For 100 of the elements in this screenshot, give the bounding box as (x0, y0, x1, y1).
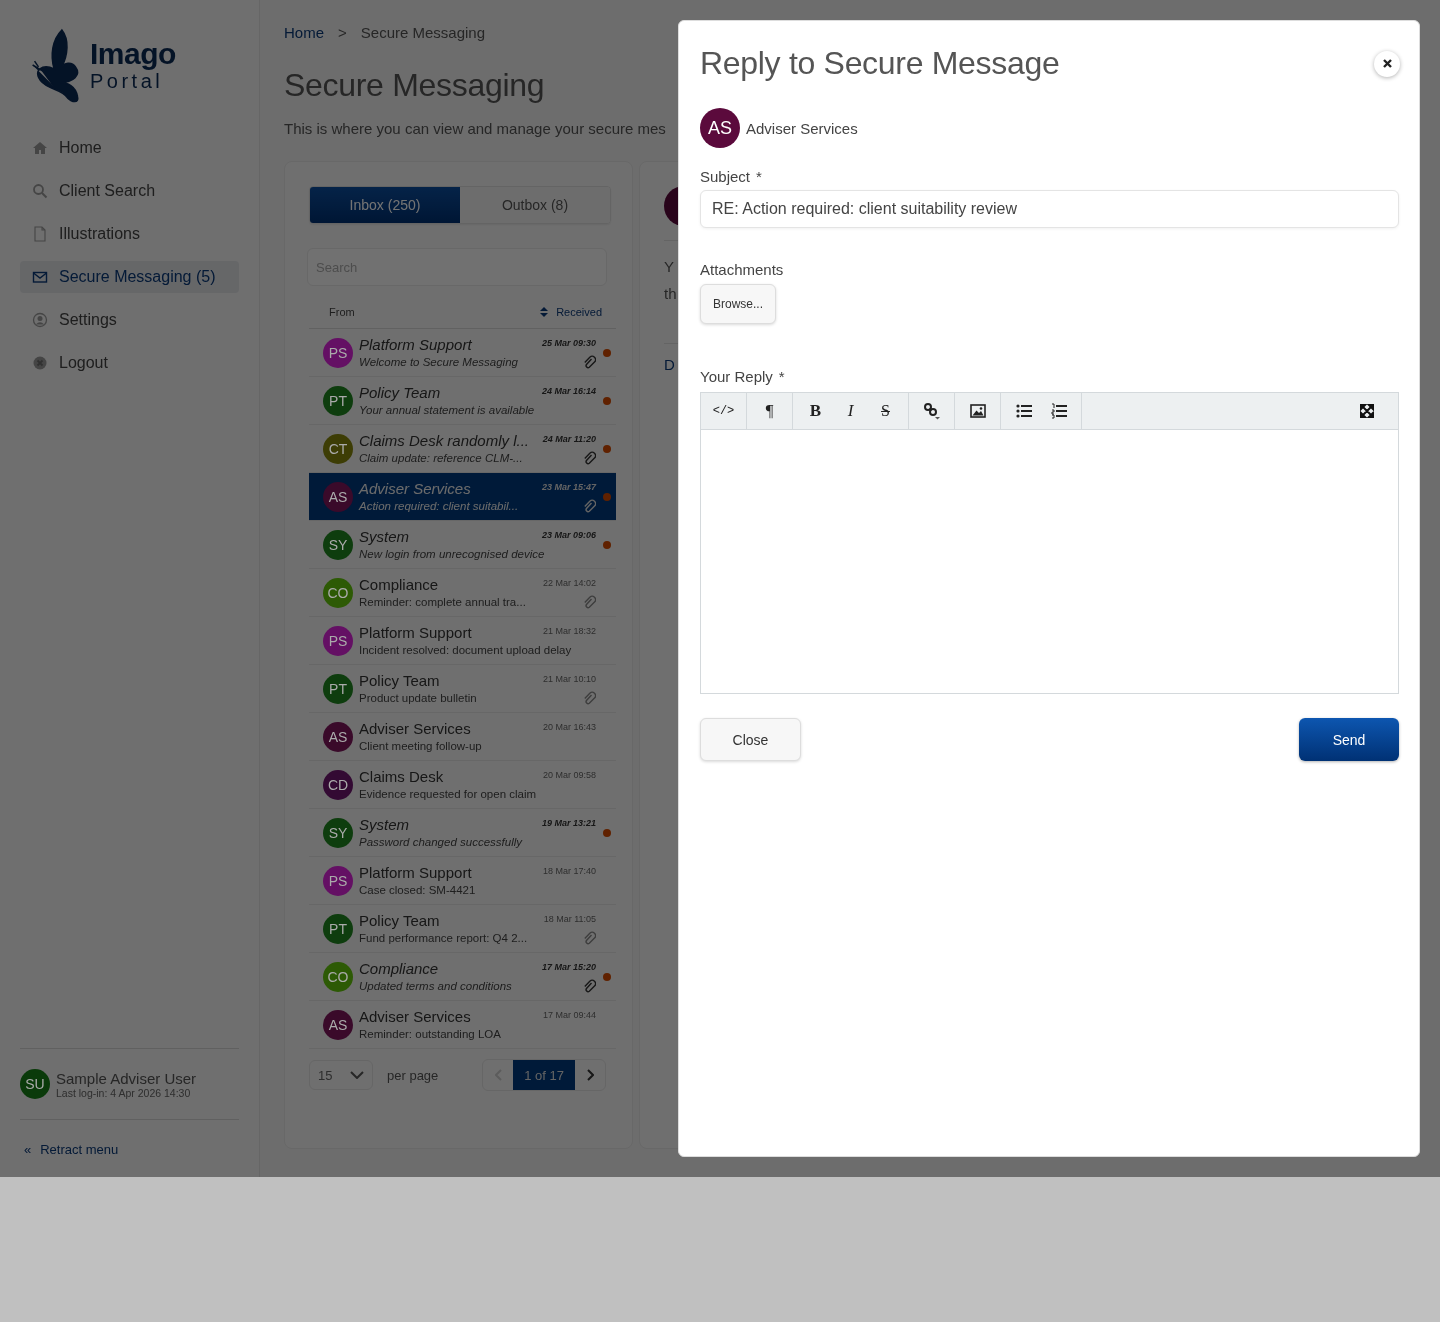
bulleted-list-icon (1015, 403, 1032, 419)
sender-name: Policy Team (359, 911, 440, 930)
message-subject: Updated terms and conditions (359, 978, 512, 994)
subject-field[interactable]: RE: Action required: client suitability review (700, 190, 1399, 228)
sender-avatar: AS (323, 1009, 353, 1040)
breadcrumb-link[interactable]: Home (284, 24, 324, 41)
document-icon (32, 226, 48, 242)
sender-avatar: CO (323, 577, 353, 608)
breadcrumb-current: Secure Messaging (360, 24, 485, 41)
message-subject: Welcome to Secure Messaging (359, 354, 518, 370)
mailbox-tab[interactable]: Inbox (250) (310, 187, 460, 223)
message-subject: Your annual statement is available (359, 402, 535, 418)
sender-avatar: PT (323, 385, 353, 416)
sort-column-header[interactable]: Received (556, 306, 602, 318)
double-chevron-icon: « (24, 1142, 32, 1157)
sender-name: Claims Desk randomly l... (359, 431, 530, 450)
message-row[interactable]: CD Claims Desk 20 Mar 09:58 Evidence requested for open claim (309, 761, 616, 809)
received-date: 19 Mar 13:21 (541, 817, 596, 828)
message-subject: Product update bulletin (359, 690, 477, 706)
sender-avatar: CD (323, 769, 353, 800)
nav-item[interactable]: Logout (20, 347, 239, 379)
recipient-avatar: AS (700, 108, 740, 148)
sender-avatar: PT (323, 673, 353, 704)
message-row[interactable]: SY System 23 Mar 09:06 New login from unrecognised device (309, 521, 616, 569)
close-button[interactable] (1374, 50, 1400, 77)
received-date: 21 Mar 10:10 (542, 673, 596, 684)
page-description: This is where you can view and manage your secure mes (284, 120, 666, 137)
nav-item[interactable]: Secure Messaging (5) (20, 261, 239, 293)
chevron-down-icon (350, 1071, 364, 1079)
message-row[interactable]: CO Compliance 22 Mar 14:02 Reminder: complete annual tra... (309, 569, 616, 617)
received-date: 17 Mar 15:20 (541, 961, 596, 972)
message-subject: Password changed successfully (359, 834, 522, 850)
message-row[interactable]: AS Adviser Services 23 Mar 15:47 Action required: client suitabil... (309, 473, 616, 521)
nav-item[interactable]: Illustrations (20, 218, 239, 250)
user-avatar: SU (20, 1069, 50, 1099)
message-row[interactable]: AS Adviser Services 20 Mar 16:43 Client meeting follow-up (309, 713, 616, 761)
sender-name: Claims Desk (359, 767, 444, 786)
received-date: 24 Mar 16:14 (541, 385, 596, 396)
sender-name: Policy Team (359, 383, 441, 402)
nav-item[interactable]: Settings (20, 304, 239, 336)
received-date: 22 Mar 14:02 (542, 577, 596, 588)
sender-avatar: PS (323, 625, 353, 656)
message-row[interactable]: PT Policy Team 24 Mar 16:14 Your annual statement is available (309, 377, 616, 425)
expand-icon (1359, 404, 1374, 418)
search-icon (32, 183, 48, 199)
send-button[interactable]: Send (1299, 718, 1399, 761)
message-row[interactable]: PT Policy Team 18 Mar 11:05 Fund performance report: Q4 2... (309, 905, 616, 953)
received-date: 20 Mar 16:43 (542, 721, 596, 732)
link-icon (922, 402, 941, 420)
browse-button[interactable]: Browse... (700, 284, 776, 324)
message-row[interactable]: CO Compliance 17 Mar 15:20 Updated terms and conditions (309, 953, 616, 1001)
message-row[interactable]: PS Platform Support 18 Mar 17:40 Case closed: SM-4421 (309, 857, 616, 905)
received-date: 18 Mar 11:05 (543, 913, 596, 924)
received-date: 24 Mar 11:20 (542, 433, 596, 444)
received-date: 23 Mar 15:47 (541, 481, 596, 492)
sender-name: Platform Support (359, 863, 472, 882)
mailbox-tab[interactable]: Outbox (8) (460, 187, 610, 223)
message-row[interactable]: AS Adviser Services 17 Mar 09:44 Reminder: outstanding LOA (309, 1001, 616, 1049)
logo-subtitle: Portal (90, 71, 165, 91)
home-icon (32, 140, 48, 156)
message-row[interactable]: PS Platform Support 21 Mar 18:32 Incident resolved: document upload delay (309, 617, 616, 665)
rich-text-editor[interactable]: </> ¶ B I S (700, 392, 1399, 694)
sender-name: Adviser Services (359, 719, 471, 738)
sender-avatar: CT (323, 433, 353, 464)
numbered-list-icon (1050, 403, 1067, 419)
nav-item[interactable]: Client Search (20, 175, 239, 207)
message-row[interactable]: PS Platform Support 25 Mar 09:30 Welcome to Secure Messaging (309, 329, 616, 377)
sender-avatar: PT (323, 913, 353, 944)
received-date: 21 Mar 18:32 (542, 625, 596, 636)
strikethrough-button[interactable]: S (868, 393, 903, 429)
required-mark: * (778, 368, 785, 385)
preview-text: th (664, 284, 677, 304)
message-subject: Action required: client suitabil... (359, 498, 519, 514)
sender-avatar: SY (323, 529, 353, 560)
bold-button[interactable]: B (798, 393, 833, 429)
message-subject: Client meeting follow-up (359, 738, 482, 754)
preview-link[interactable]: D (664, 356, 675, 373)
sender-avatar: SY (323, 817, 353, 848)
last-login-text: Last log-in: 4 Apr 2026 14:30 (56, 1086, 192, 1099)
italic-button[interactable]: I (833, 393, 868, 429)
sender-name: Compliance (359, 959, 439, 978)
breadcrumb-separator: > (338, 24, 347, 41)
close-icon (1381, 58, 1393, 69)
page-indicator: 1 of 17 (513, 1060, 575, 1090)
sender-name: Platform Support (359, 623, 472, 642)
close-button[interactable]: Close (700, 718, 801, 761)
column-header: From (329, 306, 355, 318)
message-subject: Incident resolved: document upload delay (359, 642, 572, 658)
sender-name: Compliance (359, 575, 439, 594)
paragraph-button[interactable]: ¶ (752, 393, 787, 429)
sender-name: Policy Team (359, 671, 440, 690)
retract-menu-link[interactable]: Retract menu (40, 1142, 119, 1157)
close-icon (32, 355, 48, 371)
message-row[interactable]: SY System 19 Mar 13:21 Password changed successfully (309, 809, 616, 857)
message-subject: Case closed: SM-4421 (359, 882, 476, 898)
user-name: Sample Adviser User (56, 1069, 197, 1087)
nav-item[interactable]: Home (20, 132, 239, 164)
code-button[interactable]: </> (706, 393, 741, 429)
sender-name: System (359, 815, 409, 834)
message-row[interactable]: PT Policy Team 21 Mar 10:10 Product update bulletin (309, 665, 616, 713)
